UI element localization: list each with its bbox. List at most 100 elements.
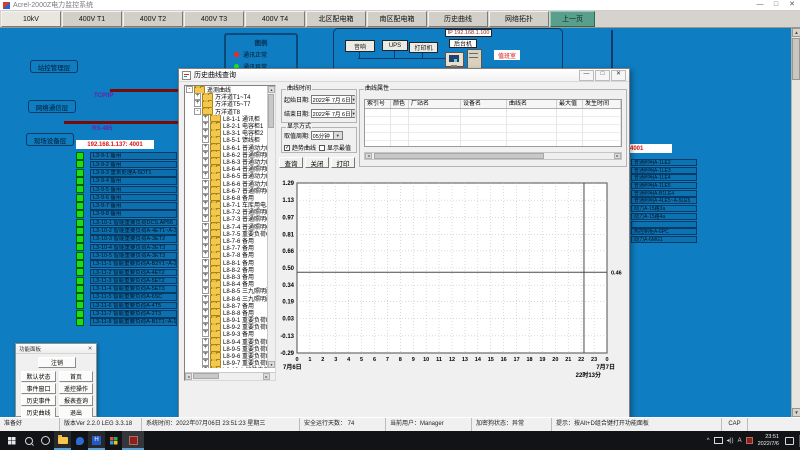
scrollbar-thumb[interactable]: [268, 94, 274, 128]
tree-expand-icon[interactable]: +: [202, 266, 209, 273]
scrollbar-thumb[interactable]: [374, 153, 544, 159]
taskbar-clock[interactable]: 23:51 2022/7/6: [758, 434, 779, 447]
tree-expand-icon[interactable]: +: [202, 165, 209, 172]
device-row[interactable]: L3-11-8 智能重要负荷A-B1T1~A-1T1: [76, 318, 177, 326]
tree-item[interactable]: +L8-7-2 普通照明D-2F: [185, 208, 269, 215]
tab-10kV[interactable]: 10kV: [1, 11, 61, 27]
tree-expand-icon[interactable]: +: [202, 194, 209, 201]
dialog-maximize-button[interactable]: □: [595, 70, 610, 81]
tree-item[interactable]: +L8-1-1 通讯柜: [185, 115, 269, 122]
tree-expand-icon[interactable]: +: [202, 366, 209, 368]
tree-item[interactable]: +L8-7-8 备用: [185, 251, 269, 258]
end-date-picker[interactable]: 2022年 7月 6日 ▼: [311, 109, 355, 118]
tree-expand-icon[interactable]: +: [202, 259, 209, 266]
tree-item[interactable]: +L8-2-1 电容柜1: [185, 122, 269, 129]
history-trend-chart[interactable]: 1.291.130.970.810.660.500.340.190.03-0.1…: [269, 175, 629, 387]
device-row[interactable]: L3-9-8 备用: [76, 210, 177, 218]
tree-item[interactable]: +L8-6-5 普通动力D-B1: [185, 172, 269, 179]
device-row[interactable]: 普通照明A-B1LE4: [631, 190, 697, 198]
tree-expand-icon[interactable]: +: [202, 273, 209, 280]
tree-item[interactable]: +L8-8-8 备用: [185, 309, 269, 316]
tree-expand-icon[interactable]: +: [202, 172, 209, 179]
dropdown-arrow-icon[interactable]: ▼: [351, 96, 356, 103]
tree-expand-icon[interactable]: +: [202, 201, 209, 208]
tree-expand-icon[interactable]: +: [194, 100, 201, 107]
table-horizontal-scrollbar[interactable]: ◄ ►: [364, 152, 622, 160]
device-row[interactable]: 动力A-15路3a: [631, 205, 697, 213]
panel-button-事件窗口[interactable]: 事件窗口: [21, 383, 56, 394]
device-row[interactable]: 普通照明A-1LE2: [631, 159, 697, 167]
period-select[interactable]: 05分钟 ▼: [311, 131, 343, 140]
search-icon[interactable]: [20, 431, 37, 450]
tree-item[interactable]: +L8-8-4 备用: [185, 280, 269, 287]
device-row[interactable]: L3-11-1 智能重要负荷A-B2Y1~A-2E3: [76, 260, 177, 268]
window-minimize-button[interactable]: —: [752, 0, 768, 10]
window-maximize-button[interactable]: □: [768, 0, 784, 10]
tab-400V T4[interactable]: 400V T4: [245, 11, 305, 27]
column-header-曲线名[interactable]: 曲线名: [507, 100, 557, 108]
tab-北区配电箱[interactable]: 北区配电箱: [306, 11, 366, 27]
function-panel-titlebar[interactable]: 功能面板 ✕: [16, 344, 96, 354]
tree-item[interactable]: +L8-6-2 普通照明D-B1: [185, 151, 269, 158]
device-row[interactable]: 热控制柜A-6PC: [631, 228, 697, 236]
previous-page-button[interactable]: 上一页: [550, 11, 595, 27]
scroll-left-icon[interactable]: ◄: [365, 153, 372, 159]
tree-expand-icon[interactable]: +: [202, 151, 209, 158]
scroll-right-icon[interactable]: ►: [614, 153, 621, 159]
notification-center-icon[interactable]: [785, 437, 794, 445]
action-button-打印[interactable]: 打印: [331, 157, 355, 168]
device-row[interactable]: L3-9-6 备用: [76, 193, 177, 201]
dialog-titlebar[interactable]: 历史曲线查询 — □ ✕: [179, 69, 629, 82]
tree-expand-icon[interactable]: +: [202, 115, 209, 122]
tree-item[interactable]: +L8-6-7 普通照明C-2F: [185, 187, 269, 194]
device-row[interactable]: L3-9-4 备用: [76, 177, 177, 185]
tree-item[interactable]: +L8-7-7 备用: [185, 244, 269, 251]
tree-expand-icon[interactable]: +: [202, 323, 209, 330]
tree-group[interactable]: -万洋道T8: [185, 108, 269, 115]
device-row[interactable]: L3-10-5 智能重要负荷A-3ET3: [76, 252, 177, 260]
tree-expand-icon[interactable]: +: [202, 215, 209, 222]
panel-button-遥控操作[interactable]: 遥控操作: [59, 383, 93, 394]
column-header-发生时间[interactable]: 发生时间: [583, 100, 621, 108]
tree-expand-icon[interactable]: +: [202, 309, 209, 316]
device-row[interactable]: L3-11-6 智能重要负荷A-4T5: [76, 301, 177, 309]
dropdown-arrow-icon[interactable]: ▼: [351, 110, 356, 117]
tree-expand-icon[interactable]: +: [202, 280, 209, 287]
tree-expand-icon[interactable]: +: [202, 359, 209, 366]
tree-expand-icon[interactable]: +: [202, 302, 209, 309]
device-row[interactable]: L3-11-2 智能重要负荷A-4ET2: [76, 268, 177, 276]
column-header-最大值[interactable]: 最大值: [557, 100, 583, 108]
action-button-查询[interactable]: 查询: [279, 157, 303, 168]
tree-item[interactable]: +L8-10-1 消防应急照明: [185, 366, 269, 368]
tree-expand-icon[interactable]: +: [202, 237, 209, 244]
column-header-厂站名[interactable]: 厂站名: [409, 100, 461, 108]
tree-expand-icon[interactable]: +: [202, 316, 209, 323]
tree-item[interactable]: +L8-7-1 车库用电.特殊: [185, 201, 269, 208]
device-row[interactable]: L3-9-2 备用: [76, 160, 177, 168]
scroll-up-icon[interactable]: ▲: [792, 28, 800, 37]
device-row[interactable]: L3-9-1 备用: [76, 152, 177, 160]
column-header-颜色[interactable]: 颜色: [391, 100, 409, 108]
network-tray-icon[interactable]: [714, 437, 723, 444]
tree-expand-icon[interactable]: +: [202, 251, 209, 258]
device-row[interactable]: L3-9-7 备用: [76, 202, 177, 210]
tree-expand-icon[interactable]: +: [202, 144, 209, 151]
device-row[interactable]: L3-11-7 智能重要负荷A-2T3: [76, 310, 177, 318]
tree-item[interactable]: +L8-9-4 重要负荷D-B1: [185, 338, 269, 345]
trend-curve-checkbox[interactable]: ✓: [284, 145, 290, 151]
tree-item[interactable]: +L8-9-6 重要负荷D-1C: [185, 352, 269, 359]
tab-400V T1[interactable]: 400V T1: [62, 11, 122, 27]
tree-item[interactable]: +L8-8-2 备用: [185, 266, 269, 273]
device-row[interactable]: L3-9-5 备用: [76, 185, 177, 193]
panel-button-默认状态[interactable]: 默认状态: [21, 371, 56, 382]
tab-400V T3[interactable]: 400V T3: [184, 11, 244, 27]
task-view-icon[interactable]: [37, 431, 54, 450]
tree-expand-icon[interactable]: +: [202, 158, 209, 165]
tree-item[interactable]: +L8-3-1 电容柜2: [185, 129, 269, 136]
volume-tray-icon[interactable]: ◂)): [727, 437, 734, 444]
tree-expand-icon[interactable]: -: [186, 86, 193, 93]
tree-item[interactable]: +L8-6-6 普通动力D-1B: [185, 179, 269, 186]
dialog-minimize-button[interactable]: —: [579, 70, 594, 81]
tree-root[interactable]: -遥测曲线: [185, 86, 269, 93]
start-button[interactable]: [3, 431, 20, 450]
